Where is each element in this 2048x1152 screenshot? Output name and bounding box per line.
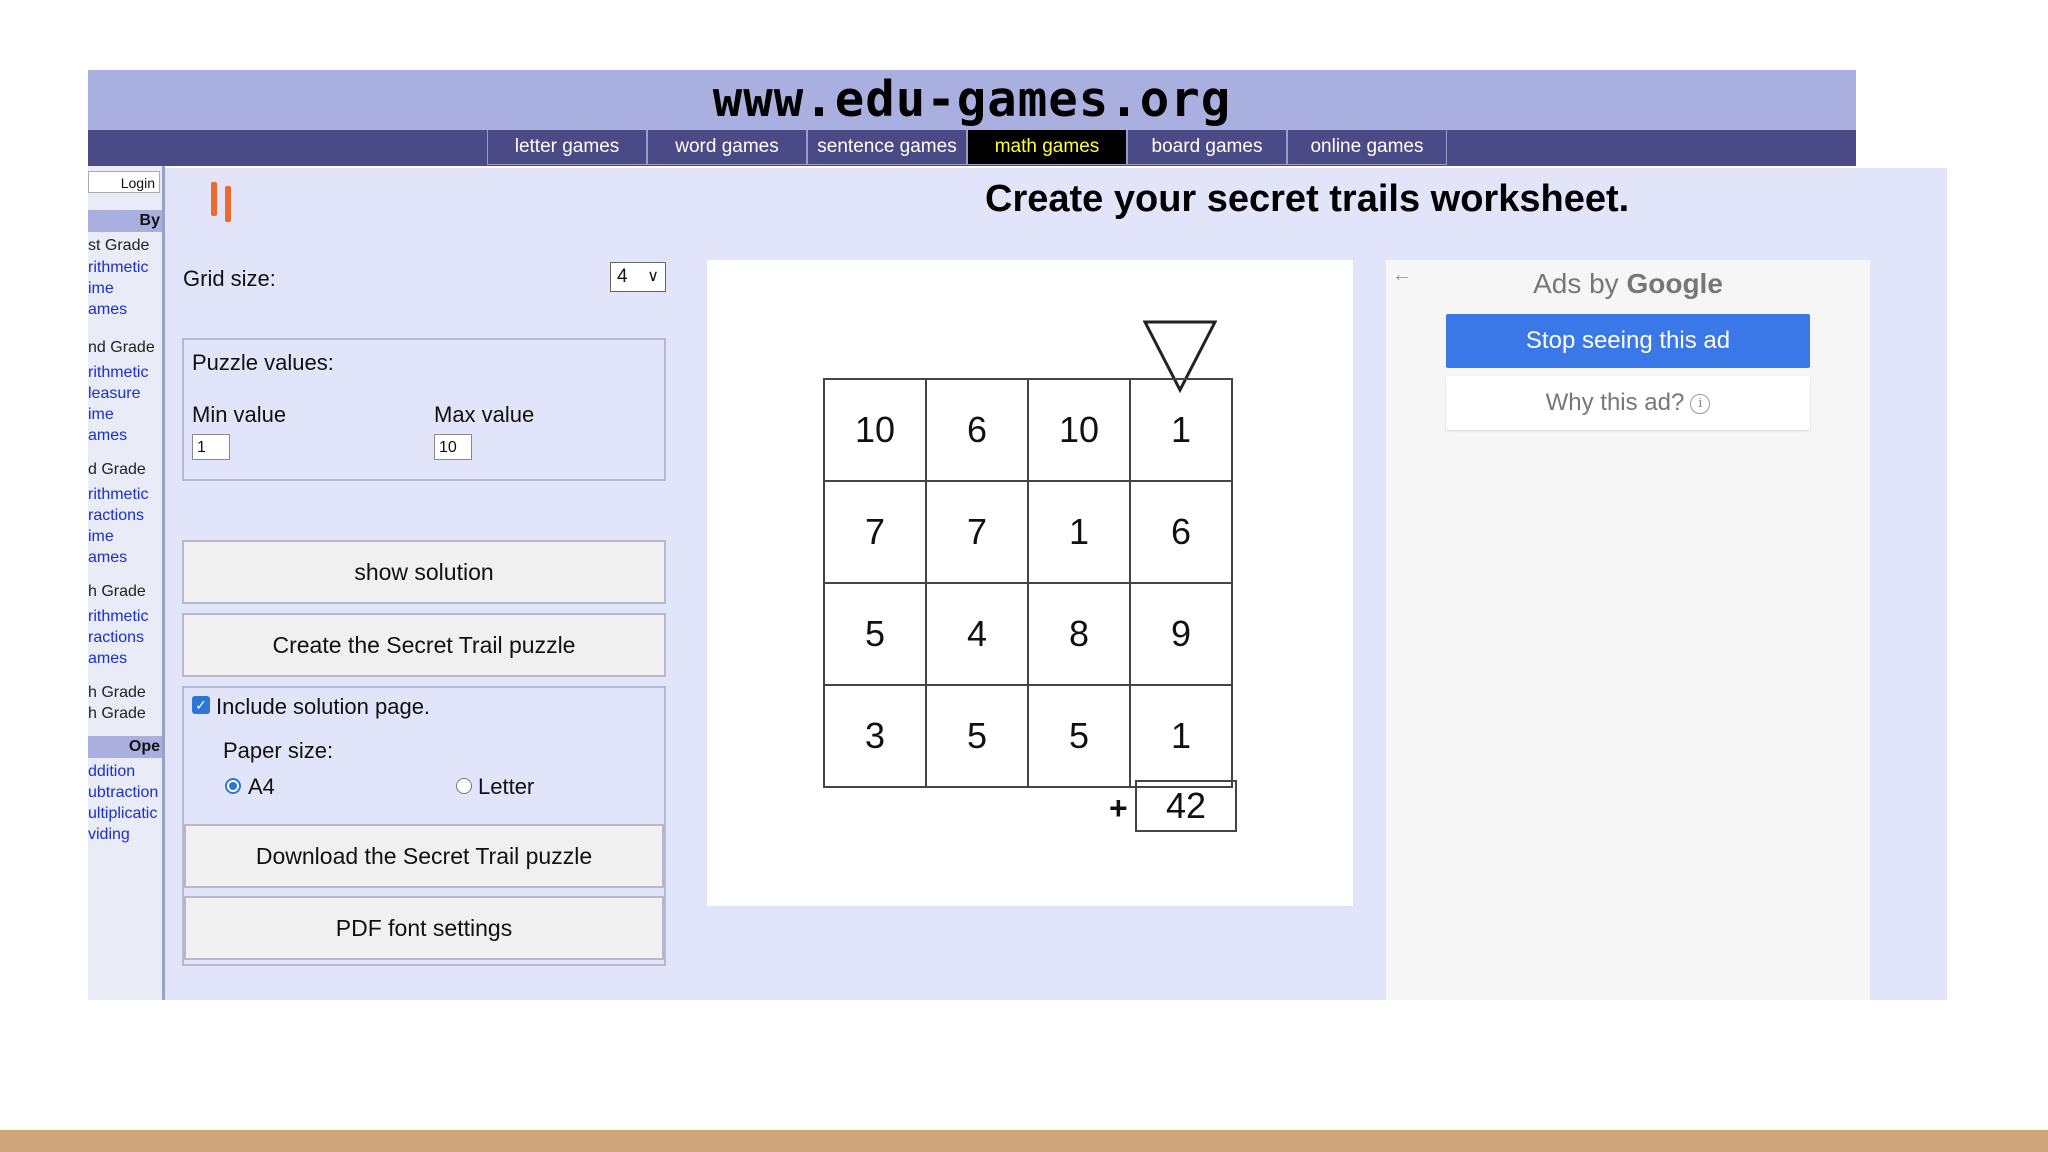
sidebar-grade-6[interactable]: h Grade [88, 705, 146, 723]
grid-size-value: 4 [617, 266, 628, 287]
operator-sign: + [1109, 790, 1128, 826]
nav-tab-online-games[interactable]: online games [1287, 130, 1447, 165]
nav-tab-word-games[interactable]: word games [647, 130, 807, 165]
grid-size-select[interactable]: 4 ∨ [610, 262, 666, 292]
sidebar-link[interactable]: ubtraction [88, 784, 158, 802]
grid-cell: 4 [925, 582, 1029, 686]
target-value: 42 [1135, 780, 1237, 832]
sidebar-link[interactable]: ames [88, 427, 127, 445]
grid-cell: 6 [1129, 480, 1233, 584]
grid-cell: 7 [823, 480, 927, 584]
nav-tabs: letter games word games sentence games m… [487, 130, 1447, 166]
site-banner: www.edu-games.org [88, 70, 1856, 130]
sidebar-link[interactable]: ractions [88, 507, 144, 525]
sidebar-link[interactable]: rithmetic [88, 259, 148, 277]
download-options-box: ✓ Include solution page. Paper size: A4 … [182, 686, 666, 966]
min-value-input[interactable]: 1 [192, 434, 230, 460]
sidebar-link[interactable]: ames [88, 650, 127, 668]
stop-seeing-ad-button[interactable]: Stop seeing this ad [1446, 314, 1810, 368]
nav-bar: letter games word games sentence games m… [88, 130, 1856, 166]
google-logo: Google [1626, 268, 1723, 299]
show-solution-button[interactable]: show solution [182, 540, 666, 604]
include-solution-checkbox[interactable]: ✓ [192, 696, 210, 714]
grid-row: 3 5 5 1 [823, 684, 1233, 788]
sidebar-grade-5[interactable]: h Grade [88, 684, 146, 702]
grid-cell: 5 [925, 684, 1029, 788]
grid-cell: 7 [925, 480, 1029, 584]
ads-by-text: Ads by [1533, 268, 1619, 299]
grid-size-label: Grid size: [183, 266, 276, 291]
operations-heading: Ope [88, 736, 162, 758]
sidebar-grade-3[interactable]: d Grade [88, 461, 146, 479]
min-value-label: Min value [192, 402, 287, 427]
grid-cell: 1 [1129, 684, 1233, 788]
sidebar-link[interactable]: ames [88, 549, 127, 567]
main-panel: Create your secret trails worksheet. Gri… [165, 168, 1947, 1000]
paper-a4-radio[interactable] [225, 778, 241, 794]
sidebar-link[interactable]: rithmetic [88, 364, 148, 382]
sidebar-link[interactable]: ime [88, 406, 114, 424]
ads-by-label: Ads by Google [1386, 268, 1870, 300]
download-puzzle-button[interactable]: Download the Secret Trail puzzle [184, 824, 664, 888]
paper-letter-label[interactable]: Letter [478, 774, 534, 800]
sidebar-link[interactable]: ames [88, 301, 127, 319]
puzzle-values-label: Puzzle values: [192, 350, 334, 375]
worksheet-preview: 10 6 10 1 7 7 1 6 5 4 8 9 3 5 5 1 + 42 [707, 260, 1353, 906]
grid-cell: 5 [1027, 684, 1131, 788]
grid-cell: 6 [925, 378, 1029, 482]
grid-row: 10 6 10 1 [823, 378, 1233, 482]
nav-tab-letter-games[interactable]: letter games [487, 130, 647, 165]
pause-icon[interactable] [209, 180, 235, 224]
ad-panel: ← Ads by Google Stop seeing this ad Why … [1386, 260, 1870, 1000]
sidebar-link[interactable]: ultiplicatic [88, 805, 157, 823]
sidebar-grade-2[interactable]: nd Grade [88, 339, 155, 357]
sidebar-link[interactable]: ime [88, 280, 114, 298]
trail-grid: 10 6 10 1 7 7 1 6 5 4 8 9 3 5 5 1 [823, 378, 1233, 788]
nav-tab-math-games[interactable]: math games [967, 130, 1127, 165]
grid-cell: 1 [1129, 378, 1233, 482]
sidebar-link[interactable]: viding [88, 826, 130, 844]
paper-letter-radio[interactable] [456, 778, 472, 794]
grid-cell: 8 [1027, 582, 1131, 686]
footer-bar [0, 1130, 2048, 1152]
grid-cell: 5 [823, 582, 927, 686]
grid-row: 5 4 8 9 [823, 582, 1233, 686]
sidebar-link[interactable]: ddition [88, 763, 135, 781]
why-this-ad-button[interactable]: Why this ad? i [1446, 376, 1810, 430]
sidebar-link[interactable]: ime [88, 528, 114, 546]
max-value-input[interactable]: 10 [434, 434, 472, 460]
grid-row: 7 7 1 6 [823, 480, 1233, 584]
sidebar-link[interactable]: rithmetic [88, 608, 148, 626]
nav-tab-sentence-games[interactable]: sentence games [807, 130, 967, 165]
pdf-font-settings-button[interactable]: PDF font settings [184, 896, 664, 960]
grid-cell: 3 [823, 684, 927, 788]
grid-cell: 9 [1129, 582, 1233, 686]
puzzle-values-box: Puzzle values: Min value 1 Max value 10 [182, 338, 666, 481]
grid-cell: 10 [1027, 378, 1131, 482]
by-heading: By [88, 210, 162, 232]
sidebar-link[interactable]: rithmetic [88, 486, 148, 504]
grid-cell: 1 [1027, 480, 1131, 584]
sidebar-link[interactable]: leasure [88, 385, 140, 403]
site-title[interactable]: www.edu-games.org [713, 71, 1232, 128]
left-sidebar: Login By st Grade rithmetic ime ames nd … [88, 166, 165, 1000]
paper-size-label: Paper size: [223, 738, 334, 763]
max-value-label: Max value [434, 402, 535, 427]
nav-tab-board-games[interactable]: board games [1127, 130, 1287, 165]
sidebar-link[interactable]: ractions [88, 629, 144, 647]
page-title: Create your secret trails worksheet. [985, 178, 1630, 220]
paper-a4-label[interactable]: A4 [248, 774, 275, 800]
chevron-down-icon: ∨ [647, 268, 659, 285]
create-puzzle-button[interactable]: Create the Secret Trail puzzle [182, 613, 666, 677]
include-solution-label[interactable]: Include solution page. [216, 694, 430, 720]
login-button[interactable]: Login [88, 171, 160, 193]
sidebar-grade-1[interactable]: st Grade [88, 237, 149, 255]
why-this-ad-label: Why this ad? [1545, 389, 1685, 416]
sidebar-grade-4[interactable]: h Grade [88, 583, 146, 601]
grid-cell: 10 [823, 378, 927, 482]
info-icon: i [1690, 393, 1711, 414]
